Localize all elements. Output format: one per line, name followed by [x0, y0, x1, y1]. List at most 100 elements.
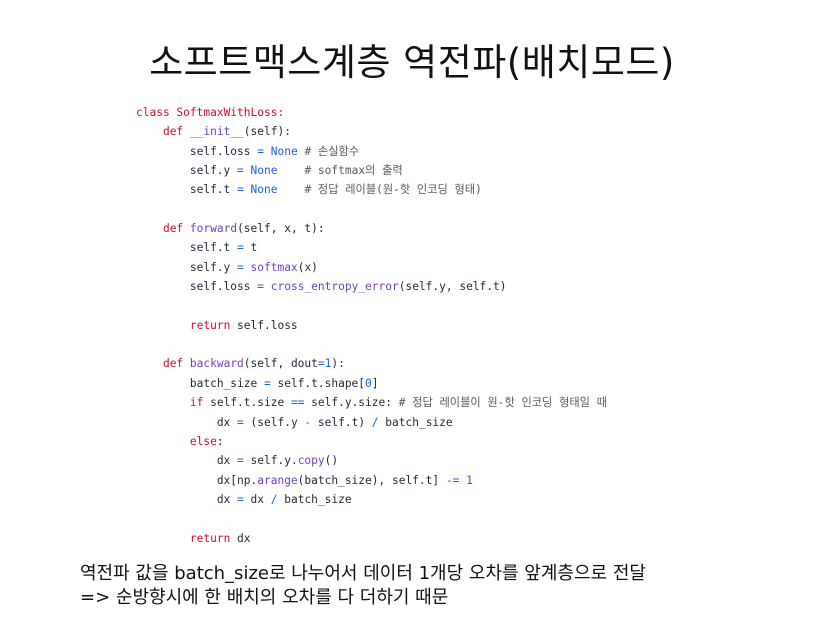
code-token: self.loss	[136, 280, 258, 294]
code-line: if self.t.size == self.y.size: # 정답 레이블이…	[136, 393, 776, 412]
code-line: self.t = t	[136, 238, 776, 257]
code-token: copy	[297, 454, 325, 468]
code-token: (self):	[243, 125, 291, 139]
code-line: dx = (self.y - self.t) / batch_size	[136, 413, 776, 432]
code-token: self.t	[136, 241, 238, 255]
code-token: =	[237, 492, 244, 506]
code-token: -=	[445, 473, 460, 487]
code-line: def __init__(self):	[136, 122, 776, 141]
code-token: dx	[230, 531, 251, 545]
code-token: dx	[136, 492, 238, 506]
code-token: (self.y, self.t)	[398, 280, 507, 294]
code-line: return self.loss	[136, 316, 776, 335]
code-token: return	[189, 318, 231, 332]
note-line-2: => 순방향시에 한 배치의 오차를 다 더하기 때문	[80, 587, 449, 608]
code-line: self.loss = None # 손실함수	[136, 142, 776, 161]
code-token: ]	[371, 376, 379, 390]
code-token: =	[317, 357, 325, 371]
code-token: (self, x, t):	[237, 222, 325, 236]
note: 역전파 값을 batch_size로 나누어서 데이터 1개당 오차를 앞계층으…	[80, 562, 800, 610]
code-token: =	[237, 260, 244, 274]
code-token: batch_size	[277, 492, 352, 506]
code-line: return dx	[136, 529, 776, 548]
code-block: class SoftmaxWithLoss: def __init__(self…	[136, 103, 776, 548]
code-token: dx	[243, 492, 271, 506]
code-line: self.y = softmax(x)	[136, 258, 776, 277]
code-token: return	[189, 531, 231, 545]
code-token: softmax	[250, 260, 298, 274]
code-token: =	[237, 241, 244, 255]
note-line-1: 역전파 값을 batch_size로 나누어서 데이터 1개당 오차를 앞계층으…	[80, 563, 646, 584]
code-token: dx[np.	[136, 473, 258, 487]
code-token: def	[162, 125, 190, 139]
code-token: forward	[189, 222, 238, 236]
code-token: ):	[331, 357, 345, 371]
code-token: # 정답 레이블이 원-핫 인코딩 형태일 때	[398, 396, 607, 410]
code-line: batch_size = self.t.shape[0]	[136, 374, 776, 393]
code-token: arange	[257, 473, 298, 487]
code-token: # 손실함수	[297, 144, 360, 158]
code-token: (self.y	[243, 415, 305, 429]
code-token: =	[237, 454, 244, 468]
code-token: =	[237, 164, 244, 178]
code-token: if	[189, 396, 204, 410]
code-token: self.y.	[243, 454, 298, 468]
code-token: self.loss	[136, 144, 258, 158]
code-line: else:	[136, 432, 776, 451]
code-token: self.y	[136, 164, 238, 178]
code-line: dx = dx / batch_size	[136, 490, 776, 509]
code-line: def forward(self, x, t):	[136, 219, 776, 238]
code-token: # softmax의 출력	[277, 164, 403, 178]
code-token: (x)	[297, 260, 318, 274]
code-line: dx[np.arange(batch_size), self.t] -= 1	[136, 471, 776, 490]
code-token: :	[216, 434, 224, 448]
code-token: dx	[136, 454, 238, 468]
code-line: self.t = None # 정답 레이블(원-핫 인코딩 형태)	[136, 180, 776, 199]
code-line: def backward(self, dout=1):	[136, 354, 776, 373]
code-line: self.y = None # softmax의 출력	[136, 161, 776, 180]
code-token: None	[250, 164, 278, 178]
code-token: def	[162, 357, 190, 371]
code-token: =	[257, 144, 264, 158]
code-token: /	[270, 492, 278, 506]
code-token: self.t.size	[203, 396, 291, 410]
code-token: 0	[365, 376, 372, 390]
code-token: else	[189, 434, 217, 448]
code-token: t	[243, 241, 258, 255]
code-token: =	[237, 183, 244, 197]
code-token: batch_size	[136, 376, 264, 390]
code-token: /	[371, 415, 379, 429]
code-line: class SoftmaxWithLoss:	[136, 103, 776, 122]
code-line: self.loss = cross_entropy_error(self.y, …	[136, 277, 776, 296]
code-token: backward	[189, 357, 244, 371]
code-token: batch_size	[378, 415, 453, 429]
code-token: self.y.size:	[304, 396, 399, 410]
slide-title: 소프트맥스계층 역전파(배치모드)	[149, 41, 675, 84]
code-token: ()	[324, 454, 339, 468]
code-token: SoftmaxWithLoss:	[176, 106, 285, 119]
code-token: cross_entropy_error	[270, 280, 399, 294]
code-token: __init__	[189, 125, 244, 139]
code-token: self.t)	[311, 415, 372, 429]
code-token: 1	[466, 473, 473, 487]
code-token: self.t	[136, 183, 238, 197]
code-token: self.t.shape[	[270, 376, 366, 390]
code-token: =	[263, 376, 271, 390]
code-token: self.loss	[230, 318, 298, 332]
code-token: class	[136, 106, 177, 119]
